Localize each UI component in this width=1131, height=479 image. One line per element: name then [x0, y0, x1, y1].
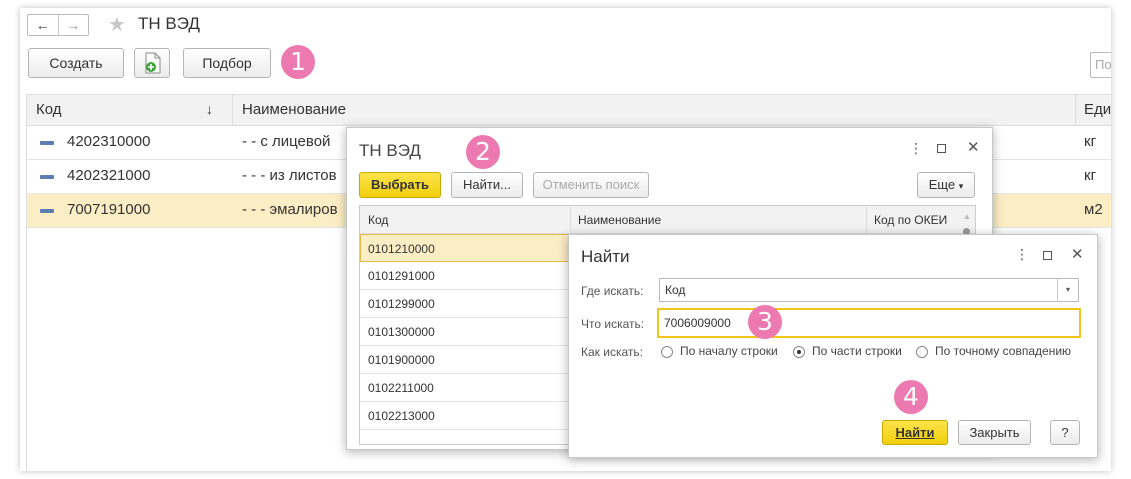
item-dash-icon — [40, 209, 54, 213]
row-name: - - - из листов — [242, 167, 337, 184]
callout-2: 2 — [466, 135, 500, 169]
column-divider — [232, 95, 233, 125]
option-exact-label[interactable]: По точному совпадению — [935, 344, 1071, 358]
chevron-down-icon[interactable]: ▾ — [1057, 279, 1078, 301]
what-input[interactable]: 7006009000 — [657, 308, 1081, 338]
chevron-down-icon: ▾ — [958, 181, 964, 191]
what-label: Что искать: — [581, 317, 645, 331]
row-name: - - - эмалиров — [242, 201, 338, 218]
select-button[interactable]: Выбрать — [359, 172, 441, 198]
radio-exact[interactable] — [916, 346, 928, 358]
grid-row-selected[interactable]: 0101210000 — [360, 234, 570, 262]
grid-header: Код Наименование Код по ОКЕИ — [360, 206, 975, 234]
grid-code: 0102213000 — [368, 409, 435, 423]
column-divider — [1075, 95, 1076, 125]
how-label: Как искать: — [581, 345, 643, 359]
pick-button[interactable]: Подбор — [183, 48, 271, 78]
more-actions-icon[interactable]: ⋮ — [1015, 246, 1029, 263]
table-header: Код ↓ Наименование Еди — [26, 94, 1111, 126]
grid-code: 0101900000 — [368, 353, 435, 367]
document-add-icon — [145, 52, 161, 74]
find-dialog: Найти ⋮ ✕ Где искать: Код ▾ Что искать: … — [568, 234, 1098, 458]
row-name: - - с лицевой — [242, 133, 331, 150]
radio-start[interactable] — [661, 346, 673, 358]
row-unit: м2 — [1084, 201, 1103, 218]
back-arrow-icon[interactable]: ← — [28, 15, 58, 35]
search-input[interactable]: По — [1090, 52, 1111, 78]
grid-row[interactable]: 0101300000 — [360, 318, 570, 346]
more-actions-icon[interactable]: ⋮ — [909, 140, 923, 157]
option-partial-label[interactable]: По части строки — [812, 344, 902, 358]
close-icon[interactable]: ✕ — [1071, 245, 1084, 263]
column-divider — [866, 206, 867, 234]
column-header-unit[interactable]: Еди — [1084, 101, 1111, 118]
grid-code: 0101300000 — [368, 325, 435, 339]
radio-partial[interactable] — [793, 346, 805, 358]
find-submit-button[interactable]: Найти — [882, 420, 948, 445]
find-button[interactable]: Найти... — [451, 172, 523, 198]
scroll-up-icon[interactable]: ▲ — [963, 212, 971, 221]
column-header-okei[interactable]: Код по ОКЕИ — [874, 213, 947, 227]
grid-row[interactable]: 0101900000 — [360, 346, 570, 374]
column-header-code[interactable]: Код — [368, 213, 388, 227]
where-label: Где искать: — [581, 284, 644, 298]
item-dash-icon — [40, 175, 54, 179]
nav-buttons: ← → — [27, 14, 89, 36]
grid-code: 0101210000 — [368, 242, 435, 256]
what-value: 7006009000 — [664, 316, 731, 330]
more-label: Еще — [928, 177, 956, 192]
callout-4: 4 — [894, 380, 928, 414]
row-unit: кг — [1084, 167, 1097, 184]
column-divider — [570, 206, 571, 234]
dialog-title: Найти — [581, 247, 630, 266]
option-start-label[interactable]: По началу строки — [680, 344, 778, 358]
help-button[interactable]: ? — [1050, 420, 1080, 445]
maximize-icon[interactable] — [1043, 251, 1052, 260]
row-unit: кг — [1084, 133, 1097, 150]
grid-row[interactable]: 0102213000 — [360, 402, 570, 430]
item-dash-icon — [40, 141, 54, 145]
grid-row[interactable]: 0102211000 — [360, 374, 570, 402]
callout-1: 1 — [281, 45, 315, 79]
favorite-star-icon[interactable]: ★ — [108, 12, 126, 37]
column-header-name[interactable]: Наименование — [578, 213, 661, 227]
create-button[interactable]: Создать — [28, 48, 124, 78]
table-left-border — [26, 94, 27, 471]
grid-code: 0102211000 — [368, 381, 434, 395]
grid-row[interactable]: 0101299000 — [360, 290, 570, 318]
forward-arrow-icon[interactable]: → — [57, 15, 89, 35]
column-header-name[interactable]: Наименование — [242, 101, 346, 118]
close-button[interactable]: Закрыть — [958, 420, 1031, 445]
column-header-code[interactable]: Код — [36, 101, 62, 118]
row-code: 7007191000 — [67, 201, 151, 218]
maximize-icon[interactable] — [937, 144, 946, 153]
dialog-title: ТН ВЭД — [359, 141, 421, 160]
grid-code: 0101299000 — [368, 297, 435, 311]
row-code: 4202310000 — [67, 133, 151, 150]
callout-3: 3 — [748, 305, 782, 339]
cancel-search-button[interactable]: Отменить поиск — [533, 172, 649, 198]
where-value: Код — [665, 283, 686, 297]
sort-arrow-icon[interactable]: ↓ — [206, 101, 213, 117]
grid-row[interactable]: 0101291000 — [360, 262, 570, 290]
row-code: 4202321000 — [67, 167, 151, 184]
close-icon[interactable]: ✕ — [967, 138, 980, 156]
add-file-button[interactable] — [134, 48, 170, 78]
grid-code: 0101291000 — [368, 269, 435, 283]
where-select[interactable]: Код ▾ — [659, 278, 1079, 302]
page-title: ТН ВЭД — [138, 14, 200, 33]
more-button[interactable]: Еще ▾ — [917, 172, 975, 198]
